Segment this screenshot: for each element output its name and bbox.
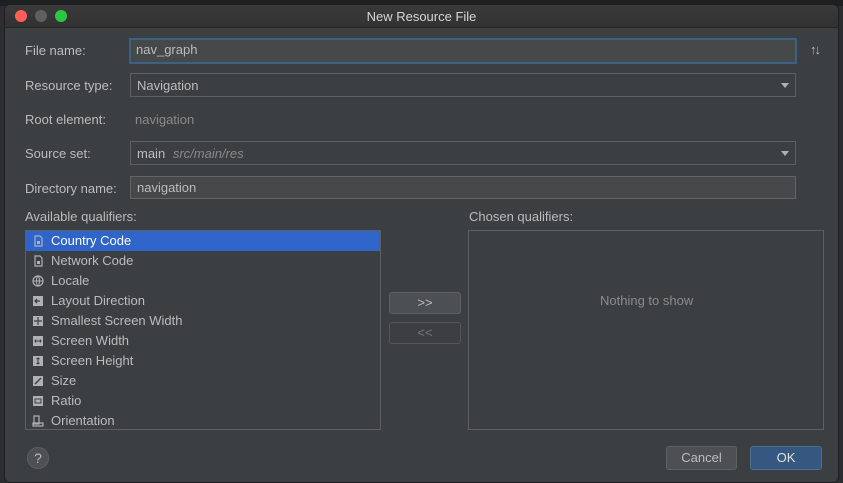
qualifier-item[interactable]: Layout Direction bbox=[26, 291, 380, 311]
qualifier-item-label: Orientation bbox=[51, 413, 115, 428]
source-set-value: main bbox=[137, 146, 166, 161]
qualifier-item[interactable]: Country Code bbox=[26, 231, 380, 251]
directory-name-label: Directory name: bbox=[25, 181, 117, 196]
resource-type-value: Navigation bbox=[137, 78, 199, 93]
file-name-label: File name: bbox=[25, 43, 86, 58]
qualifier-item[interactable]: Locale bbox=[26, 271, 380, 291]
smallest-width-icon bbox=[32, 315, 44, 327]
cancel-button[interactable]: Cancel bbox=[666, 446, 737, 470]
sort-toggle-icon[interactable]: ↑↓ bbox=[810, 42, 821, 57]
globe-icon bbox=[32, 275, 44, 287]
qualifier-item[interactable]: Smallest Screen Width bbox=[26, 311, 380, 331]
root-element-value: navigation bbox=[135, 112, 195, 127]
screen-width-icon bbox=[32, 335, 44, 347]
orientation-icon bbox=[32, 415, 44, 427]
qualifier-item-label: Country Code bbox=[51, 233, 132, 248]
chevron-down-icon bbox=[781, 151, 789, 156]
resource-type-dropdown[interactable]: Navigation bbox=[130, 73, 796, 97]
qualifier-item[interactable]: Screen Height bbox=[26, 351, 380, 371]
qualifier-item-label: Layout Direction bbox=[51, 293, 145, 308]
qualifier-item-label: Screen Height bbox=[51, 353, 134, 368]
qualifier-item-label: Smallest Screen Width bbox=[51, 313, 183, 328]
qualifier-item[interactable]: Screen Width bbox=[26, 331, 380, 351]
resource-type-label: Resource type: bbox=[25, 78, 113, 93]
screen-height-icon bbox=[32, 355, 44, 367]
root-element-label: Root element: bbox=[25, 112, 106, 127]
sim-card-icon bbox=[32, 235, 44, 247]
new-resource-file-dialog: New Resource File File name: nav_graph ↑… bbox=[4, 4, 839, 483]
chosen-qualifiers-list[interactable]: Nothing to show bbox=[468, 230, 824, 430]
directory-name-input[interactable]: navigation bbox=[130, 176, 796, 199]
available-qualifiers-list[interactable]: Country Code Network Code Locale Layout Dir… bbox=[25, 230, 381, 430]
empty-state-text: Nothing to show bbox=[600, 293, 694, 308]
help-button[interactable]: ? bbox=[27, 447, 49, 469]
ratio-icon bbox=[32, 395, 44, 407]
add-qualifier-button[interactable]: >> bbox=[389, 292, 461, 314]
qualifier-item[interactable]: Ratio bbox=[26, 391, 380, 411]
layout-direction-icon bbox=[32, 295, 44, 307]
qualifier-item[interactable]: Size bbox=[26, 371, 380, 391]
qualifier-item-label: Network Code bbox=[51, 253, 134, 268]
qualifier-item-label: Size bbox=[51, 373, 77, 388]
file-name-input[interactable]: nav_graph bbox=[129, 38, 797, 64]
qualifier-item-label: Ratio bbox=[51, 393, 82, 408]
chevron-down-icon bbox=[781, 83, 789, 88]
source-set-path: src/main/res bbox=[172, 146, 244, 161]
source-set-dropdown[interactable]: main src/main/res bbox=[130, 141, 796, 165]
qualifier-item[interactable]: Network Code bbox=[26, 251, 380, 271]
available-qualifiers-label: Available qualifiers: bbox=[25, 209, 137, 224]
ok-button[interactable]: OK bbox=[750, 446, 822, 470]
sim-card-icon bbox=[32, 255, 44, 267]
qualifier-item-label: Locale bbox=[51, 273, 90, 288]
source-set-label: Source set: bbox=[25, 146, 91, 161]
remove-qualifier-button[interactable]: << bbox=[389, 322, 461, 344]
qualifier-item-label: Screen Width bbox=[51, 333, 130, 348]
qualifier-item[interactable]: Orientation bbox=[26, 411, 380, 429]
size-icon bbox=[32, 375, 44, 387]
chosen-qualifiers-label: Chosen qualifiers: bbox=[469, 209, 574, 224]
title-bar: New Resource File bbox=[5, 5, 838, 28]
dialog-title: New Resource File bbox=[366, 9, 477, 24]
